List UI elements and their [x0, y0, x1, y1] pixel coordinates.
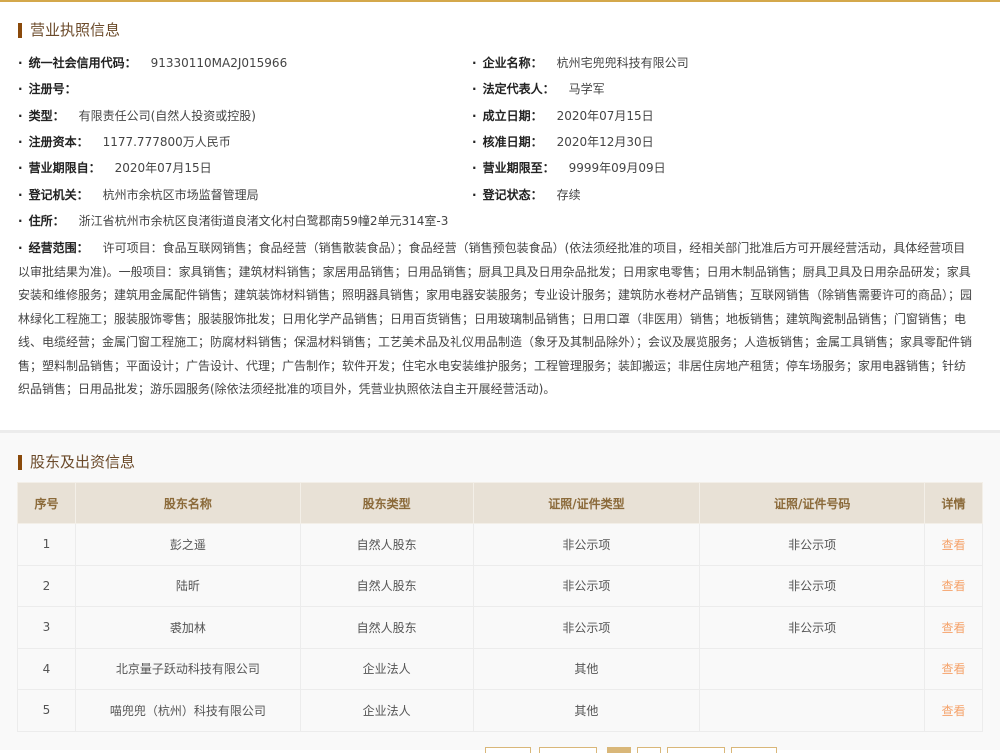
info-field: 营业期限至： 9999年09月09日: [472, 160, 666, 176]
table-cell: 自然人股东: [299, 606, 474, 649]
field-value: 1177.777800万人民币: [102, 134, 231, 149]
table-cell: 陆昕: [74, 564, 301, 607]
info-field: 法定代表人： 马学军: [472, 81, 605, 97]
pagination-page[interactable]: [637, 747, 661, 753]
view-details-link[interactable]: 查看: [924, 606, 983, 649]
field-value: 存续: [556, 187, 581, 202]
column-header: 证照/证件类型: [472, 482, 701, 524]
field-value: 杭州宅兜兜科技有限公司: [556, 56, 689, 70]
table-cell: 自然人股东: [299, 564, 474, 607]
view-details-link[interactable]: 查看: [924, 523, 983, 566]
pagination-next[interactable]: [667, 747, 725, 753]
top-border: [0, 0, 1000, 2]
table-header-row: 序号 股东名称 股东类型 证照/证件类型 证照/证件号码 详情: [17, 482, 983, 524]
column-header: 证照/证件号码: [699, 482, 926, 524]
field-label: 营业期限至：: [472, 161, 555, 175]
field-value: 9999年09月09日: [568, 161, 666, 176]
table-cell: 企业法人: [299, 689, 474, 732]
field-label: 核准日期：: [472, 135, 543, 149]
table-cell: 4: [17, 647, 76, 690]
info-field: 成立日期： 2020年07月15日: [472, 108, 654, 124]
info-field: 类型： 有限责任公司(自然人投资或控股): [18, 108, 256, 124]
field-value: 91330110MA2J015966: [150, 56, 288, 70]
table-cell: 自然人股东: [299, 523, 474, 566]
business-scope-label: 经营范围：: [18, 241, 89, 255]
info-field: 营业期限自： 2020年07月15日: [18, 160, 212, 176]
info-field: 注册资本： 1177.777800万人民币: [18, 134, 231, 150]
table-row: 1 彭之遥 自然人股东 非公示项 非公示项 查看: [17, 523, 983, 566]
field-label: 企业名称：: [472, 56, 543, 70]
table-cell: 企业法人: [299, 647, 474, 690]
business-scope: 经营范围：许可项目：食品互联网销售；食品经营（销售散装食品）；食品经营（销售预包…: [18, 237, 973, 402]
field-value: 2020年07月15日: [114, 161, 212, 176]
field-label: 登记状态：: [472, 188, 543, 202]
field-label: 法定代表人：: [472, 82, 555, 96]
table-cell: 2: [17, 564, 76, 607]
table-cell: 1: [17, 523, 76, 566]
view-details-link[interactable]: 查看: [924, 689, 983, 732]
field-label: 成立日期：: [472, 109, 543, 123]
info-field: 统一社会信用代码： 91330110MA2J015966: [18, 55, 287, 71]
table-cell: 裘加林: [74, 606, 301, 649]
column-header: 详情: [924, 482, 983, 524]
pagination-prev[interactable]: [539, 747, 597, 753]
field-label: 类型：: [18, 109, 65, 123]
table-cell: 非公示项: [699, 523, 926, 566]
business-scope-text: 许可项目：食品互联网销售；食品经营（销售散装食品）；食品经营（销售预包装食品）(…: [18, 241, 973, 396]
field-label: 登记机关：: [18, 188, 89, 202]
table-cell: 5: [17, 689, 76, 732]
table-cell: 彭之遥: [74, 523, 301, 566]
field-value: 2020年12月30日: [556, 134, 654, 149]
table-cell: 3: [17, 606, 76, 649]
field-value: 2020年07月15日: [556, 108, 654, 123]
field-value: 杭州市余杭区市场监督管理局: [102, 187, 259, 202]
table-cell: [699, 647, 926, 690]
field-label: 注册资本：: [18, 135, 89, 149]
table-cell: 其他: [472, 647, 701, 690]
table-cell: [699, 689, 926, 732]
field-label: 注册号：: [18, 82, 77, 96]
field-value: 马学军: [568, 82, 605, 97]
column-header: 股东类型: [299, 482, 474, 524]
field-label: 住所：: [18, 214, 65, 228]
field-value: 有限责任公司(自然人投资或控股): [78, 108, 256, 123]
table-row: 2 陆昕 自然人股东 非公示项 非公示项 查看: [17, 564, 983, 607]
pagination-first[interactable]: [485, 747, 531, 753]
info-field: 住所： 浙江省杭州市余杭区良渚街道良渚文化村白鹭郡南59幢2单元314室-3: [18, 213, 448, 229]
table-cell: 非公示项: [699, 564, 926, 607]
section-title-shareholders: 股东及出资信息: [18, 455, 135, 470]
pagination-page-1[interactable]: [607, 747, 631, 753]
table-row: 4 北京量子跃动科技有限公司 企业法人 其他 查看: [17, 647, 983, 690]
column-header: 股东名称: [74, 482, 301, 524]
table-cell: 非公示项: [699, 606, 926, 649]
info-field: 登记状态： 存续: [472, 187, 581, 203]
table-cell: 喵兜兜（杭州）科技有限公司: [74, 689, 301, 732]
info-field: 核准日期： 2020年12月30日: [472, 134, 654, 150]
table-cell: 非公示项: [472, 606, 701, 649]
view-details-link[interactable]: 查看: [924, 647, 983, 690]
column-header: 序号: [17, 482, 76, 524]
field-label: 营业期限自：: [18, 161, 101, 175]
table-cell: 非公示项: [472, 564, 701, 607]
section-title-license: 营业执照信息: [18, 23, 120, 38]
info-field: 注册号：: [18, 81, 91, 97]
info-field: 登记机关： 杭州市余杭区市场监督管理局: [18, 187, 259, 203]
table-cell: 其他: [472, 689, 701, 732]
shareholder-table: 序号 股东名称 股东类型 证照/证件类型 证照/证件号码 详情 1 彭之遥 自然人股东 非公示项…: [17, 482, 983, 732]
table-row: 5 喵兜兜（杭州）科技有限公司 企业法人 其他 查看: [17, 689, 983, 732]
table-cell: 非公示项: [472, 523, 701, 566]
info-field: 企业名称： 杭州宅兜兜科技有限公司: [472, 55, 689, 71]
field-label: 统一社会信用代码：: [18, 56, 137, 70]
table-cell: 北京量子跃动科技有限公司: [74, 647, 301, 690]
table-row: 3 裘加林 自然人股东 非公示项 非公示项 查看: [17, 606, 983, 649]
view-details-link[interactable]: 查看: [924, 564, 983, 607]
pagination-last[interactable]: [731, 747, 777, 753]
field-value: 浙江省杭州市余杭区良渚街道良渚文化村白鹭郡南59幢2单元314室-3: [78, 213, 449, 228]
